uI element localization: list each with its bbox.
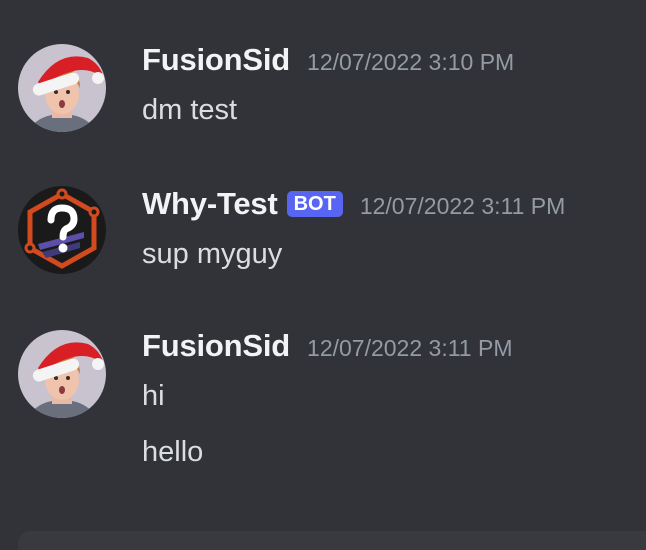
author-username[interactable]: FusionSid: [142, 328, 290, 364]
message-text: hi: [142, 380, 165, 412]
message-header: FusionSid 12/07/2022 3:10 PM: [142, 42, 514, 82]
message-timestamp: 12/07/2022 3:11 PM: [359, 193, 566, 219]
message-timestamp: 12/07/2022 3:10 PM: [307, 49, 515, 75]
author-username[interactable]: FusionSid: [142, 42, 290, 78]
message-header: Why-Test BOT 12/07/2022 3:11 PM: [142, 186, 565, 226]
author-username[interactable]: Why-Test: [142, 186, 278, 222]
message-text: dm test: [142, 94, 238, 126]
message-text: sup myguy: [142, 238, 283, 270]
user-avatar-santa-icon[interactable]: [18, 330, 106, 418]
message-header: FusionSid 12/07/2022 3:11 PM: [142, 328, 512, 368]
message-timestamp: 12/07/2022 3:11 PM: [307, 335, 513, 361]
chat-message-list: FusionSid 12/07/2022 3:10 PM dm test Why…: [0, 0, 646, 550]
message-text: hello: [142, 436, 204, 468]
bot-avatar-question-icon[interactable]: [18, 186, 106, 274]
user-avatar-santa-icon[interactable]: [18, 44, 106, 132]
message-composer[interactable]: [18, 531, 646, 550]
bot-badge: BOT: [286, 191, 343, 217]
